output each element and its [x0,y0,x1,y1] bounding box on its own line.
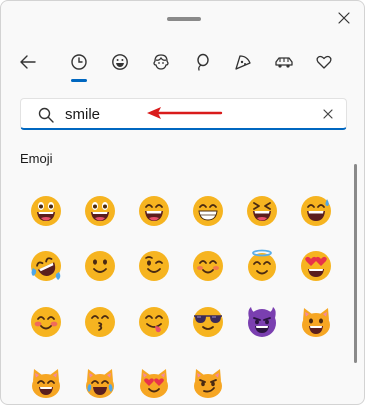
emoji-smiling-face-horns[interactable] [244,304,280,340]
emoji-smiling-face-sunglasses[interactable] [190,304,226,340]
emoji-smiling-face-halo[interactable] [244,248,280,284]
emoji-kissing-face-smiling-eyes[interactable] [82,304,118,340]
emoji-grinning-face-big-eyes[interactable] [28,193,64,229]
emoji-slightly-smiling-face[interactable] [82,248,118,284]
emoji-grinning-cat-smiling-eyes[interactable] [28,365,64,401]
emoji-panel: Emoji [0,0,365,405]
emoji-grinning-face-big-eyes-alt[interactable] [82,193,118,229]
emoji-rolling-on-floor-laughing[interactable] [28,248,64,284]
emoji-smiling-face-heart-eyes[interactable] [298,248,334,284]
emoji-grinning-cat[interactable] [298,304,334,340]
emoji-cat-wry-smile[interactable] [190,365,226,401]
emoji-face-savoring-food[interactable] [136,304,172,340]
emoji-grinning-face-sweat[interactable] [298,193,334,229]
emoji-grinning-face-smiling-eyes[interactable] [136,193,172,229]
emoji-smiling-face[interactable] [28,304,64,340]
emoji-smiling-cat-heart-eyes[interactable] [136,365,172,401]
emoji-cat-tears-of-joy[interactable] [82,365,118,401]
emoji-smiling-face-smiling-eyes[interactable] [190,248,226,284]
emoji-beaming-face[interactable] [190,193,226,229]
emoji-grid [1,1,346,404]
emoji-winking-face[interactable] [136,248,172,284]
scrollbar-thumb[interactable] [354,164,357,363]
emoji-grinning-squinting-face[interactable] [244,193,280,229]
